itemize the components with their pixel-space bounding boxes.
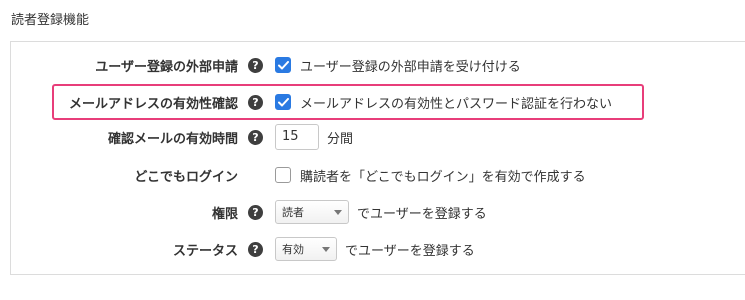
setting-row-login-anywhere: どこでもログイン 購読者を「どこでもログイン」を有効で作成する (0, 160, 745, 190)
setting-row-email-verification: メールアドレスの有効性確認 ? メールアドレスの有効性とパスワード認証を行わない (0, 87, 745, 117)
help-icon[interactable]: ? (248, 129, 263, 145)
chevron-down-icon (322, 246, 330, 252)
checkbox-label: 購読者を「どこでもログイン」を有効で作成する (300, 169, 586, 185)
role-suffix: でユーザーを登録する (357, 206, 487, 222)
setting-row-confirmation-email-validity: 確認メールの有効時間 ? 15 分間 (0, 122, 745, 152)
status-select[interactable]: 有効 (275, 237, 337, 261)
validity-minutes-input[interactable]: 15 (275, 124, 319, 150)
setting-row-external-application: ユーザー登録の外部申請 ? ユーザー登録の外部申請を受け付ける (0, 50, 745, 80)
role-control: 読者 でユーザーを登録する (275, 200, 487, 224)
setting-label: 確認メールの有効時間 (107, 131, 238, 147)
help-icon[interactable]: ? (248, 94, 263, 110)
checkbox-unchecked[interactable] (275, 167, 291, 183)
help-icon[interactable]: ? (248, 204, 263, 220)
setting-label: ユーザー登録の外部申請 (95, 59, 238, 75)
setting-row-role: 権限 ? 読者 でユーザーを登録する (0, 197, 745, 227)
setting-label: メールアドレスの有効性確認 (68, 96, 238, 112)
role-select-value: 読者 (282, 206, 304, 219)
status-control: 有効 でユーザーを登録する (275, 237, 475, 261)
checkbox-checked[interactable] (275, 57, 291, 73)
checkbox-label: メールアドレスの有効性とパスワード認証を行わない (300, 96, 613, 112)
status-suffix: でユーザーを登録する (345, 243, 475, 259)
setting-label: ステータス (172, 243, 238, 259)
validity-control: 15 分間 (275, 124, 353, 150)
setting-label: 権限 (211, 206, 238, 222)
minutes-suffix: 分間 (327, 131, 354, 147)
chevron-down-icon (334, 209, 342, 215)
email-verification-checkbox-control[interactable]: メールアドレスの有効性とパスワード認証を行わない (275, 93, 612, 112)
status-select-value: 有効 (282, 243, 304, 256)
external-application-checkbox-control[interactable]: ユーザー登録の外部申請を受け付ける (275, 56, 521, 75)
role-select[interactable]: 読者 (275, 200, 349, 224)
setting-row-status: ステータス ? 有効 でユーザーを登録する (0, 234, 745, 264)
help-icon[interactable]: ? (248, 57, 263, 73)
section-title: 読者登録機能 (11, 13, 90, 28)
checkbox-label: ユーザー登録の外部申請を受け付ける (300, 59, 521, 75)
help-icon[interactable]: ? (248, 241, 263, 257)
checkbox-checked[interactable] (275, 94, 291, 110)
login-anywhere-checkbox-control[interactable]: 購読者を「どこでもログイン」を有効で作成する (275, 166, 586, 185)
setting-label: どこでもログイン (134, 169, 238, 185)
